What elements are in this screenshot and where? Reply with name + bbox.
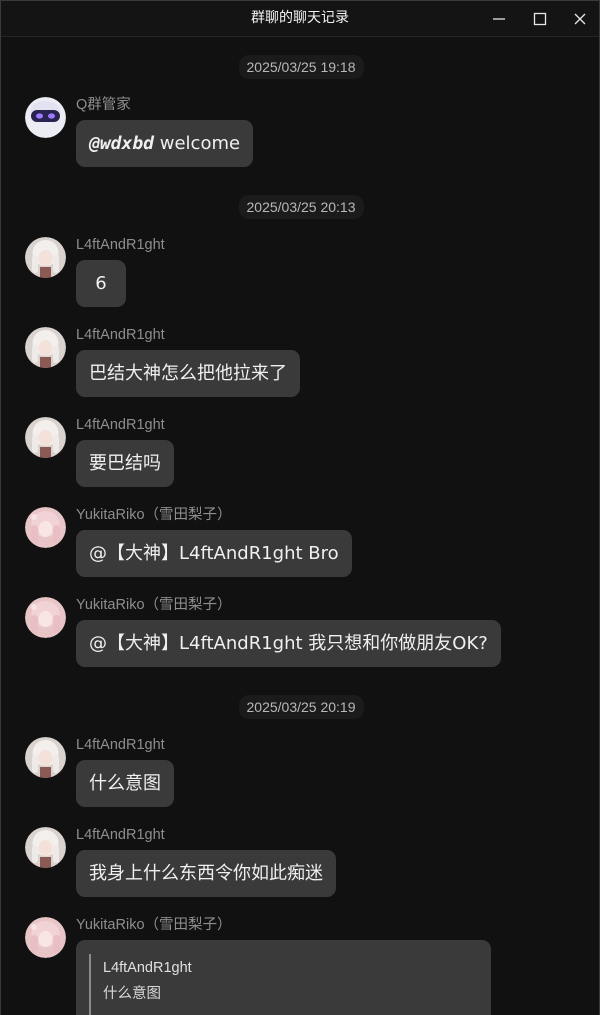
minimize-icon	[493, 17, 505, 20]
quoted-text: 什么意图	[103, 986, 161, 1002]
chat-content[interactable]: 2025/03/25 19:18 Q群管家 @wdxbd welcome 202…	[1, 37, 599, 1015]
message-item: Q群管家 @wdxbd welcome	[25, 97, 585, 169]
message-bubble[interactable]: @wdxbd welcome	[76, 120, 254, 167]
timestamp: 2025/03/25 19:18	[238, 55, 364, 79]
robot-avatar[interactable]	[25, 97, 66, 138]
white-hair-girl-avatar[interactable]	[25, 327, 66, 368]
timestamp: 2025/03/25 20:19	[238, 695, 364, 719]
sender-name: YukitaRiko（雪田梨子）	[76, 597, 232, 613]
title-bar[interactable]: 群聊的聊天记录	[1, 1, 599, 37]
sender-name: L4ftAndR1ght	[76, 327, 165, 343]
quoted-author: L4ftAndR1ght	[103, 960, 192, 976]
message-bubble[interactable]: @【大神】L4ftAndR1ght 我只想和你做朋友OK?	[76, 620, 501, 667]
message-text: @【大神】L4ftAndR1ght 我只想和你做朋友OK?	[89, 633, 488, 654]
close-button[interactable]	[560, 1, 599, 36]
sender-name: Q群管家	[76, 97, 131, 113]
message-bubble[interactable]: 我身上什么东西令你如此痴迷	[76, 850, 336, 897]
message-item: YukitaRiko（雪田梨子） L4ftAndR1ght 什么意图	[25, 917, 585, 1015]
minimize-button[interactable]	[479, 1, 519, 36]
message-item: L4ftAndR1ght 什么意图	[25, 737, 585, 809]
close-icon	[574, 13, 586, 24]
sender-name: L4ftAndR1ght	[76, 237, 165, 253]
message-text: 我身上什么东西令你如此痴迷	[89, 863, 323, 884]
message-text: welcome	[154, 133, 241, 154]
timestamp-separator: 2025/03/25 20:19	[1, 695, 599, 719]
pink-hair-girl-avatar[interactable]	[25, 507, 66, 548]
timestamp-separator: 2025/03/25 20:13	[1, 195, 599, 219]
message-text: 6	[95, 273, 107, 294]
white-hair-girl-avatar[interactable]	[25, 827, 66, 868]
message-item: YukitaRiko（雪田梨子） @【大神】L4ftAndR1ght Bro	[25, 507, 585, 579]
white-hair-girl-avatar[interactable]	[25, 417, 66, 458]
timestamp: 2025/03/25 20:13	[238, 195, 364, 219]
message-text: 巴结大神怎么把他拉来了	[89, 363, 287, 384]
mention[interactable]: @wdxbd	[89, 133, 154, 154]
maximize-icon	[533, 12, 547, 25]
maximize-button[interactable]	[520, 1, 560, 36]
message-text: 要巴结吗	[89, 453, 161, 474]
message-bubble[interactable]: 要巴结吗	[76, 440, 174, 487]
message-bubble[interactable]: 什么意图	[76, 760, 174, 807]
reply-message-bubble[interactable]: L4ftAndR1ght 什么意图	[76, 940, 491, 1015]
message-item: L4ftAndR1ght 我身上什么东西令你如此痴迷	[25, 827, 585, 899]
sender-name: L4ftAndR1ght	[76, 737, 165, 753]
white-hair-girl-avatar[interactable]	[25, 737, 66, 778]
message-bubble[interactable]: 巴结大神怎么把他拉来了	[76, 350, 300, 397]
message-item: L4ftAndR1ght 6	[25, 237, 585, 309]
message-item: YukitaRiko（雪田梨子） @【大神】L4ftAndR1ght 我只想和你…	[25, 597, 585, 669]
sender-name: YukitaRiko（雪田梨子）	[76, 507, 232, 523]
quoted-message[interactable]: L4ftAndR1ght 什么意图	[89, 954, 192, 1015]
white-hair-girl-avatar[interactable]	[25, 237, 66, 278]
sender-name: L4ftAndR1ght	[76, 417, 165, 433]
message-item: L4ftAndR1ght 要巴结吗	[25, 417, 585, 489]
pink-hair-girl-avatar[interactable]	[25, 597, 66, 638]
message-bubble[interactable]: 6	[76, 260, 126, 307]
message-text: @【大神】L4ftAndR1ght Bro	[89, 543, 339, 564]
sender-name: YukitaRiko（雪田梨子）	[76, 917, 232, 933]
message-bubble[interactable]: @【大神】L4ftAndR1ght Bro	[76, 530, 352, 577]
sender-name: L4ftAndR1ght	[76, 827, 165, 843]
message-text: 什么意图	[89, 773, 161, 794]
chat-history-window: 群聊的聊天记录 2025/03/25 19:18 Q群管家 @wdxbd wel…	[0, 0, 600, 1015]
timestamp-separator: 2025/03/25 19:18	[1, 55, 599, 79]
message-item: L4ftAndR1ght 巴结大神怎么把他拉来了	[25, 327, 585, 399]
pink-hair-girl-avatar[interactable]	[25, 917, 66, 958]
